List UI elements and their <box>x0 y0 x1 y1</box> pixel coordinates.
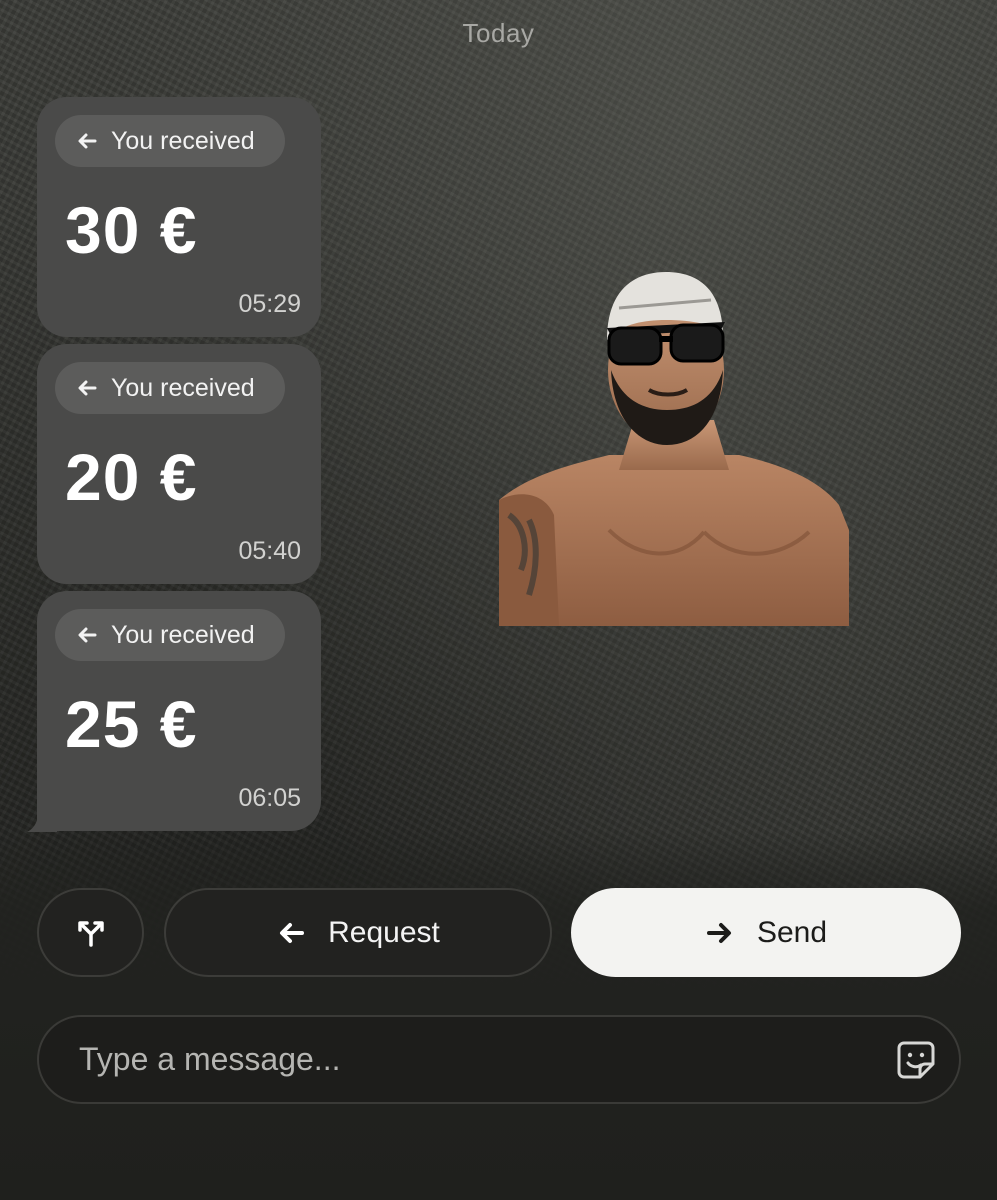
send-button[interactable]: Send <box>571 888 961 977</box>
message-composer <box>37 1015 961 1104</box>
bubble-tail <box>27 800 57 832</box>
arrow-left-icon <box>78 133 97 149</box>
message-timestamp: 05:40 <box>238 537 301 565</box>
arrow-left-icon <box>78 380 97 396</box>
received-label: You received <box>111 620 255 649</box>
payment-amount: 30 € <box>65 193 198 267</box>
arrow-right-icon <box>706 922 731 943</box>
person-photo-sticker[interactable] <box>499 270 849 626</box>
received-badge: You received <box>55 115 285 167</box>
arrow-left-icon <box>280 922 305 943</box>
received-badge: You received <box>55 362 285 414</box>
message-timestamp: 06:05 <box>238 784 301 812</box>
payment-message[interactable]: You received 20 € 05:40 <box>37 344 321 584</box>
request-button-label: Request <box>328 915 440 949</box>
received-badge: You received <box>55 609 285 661</box>
sticker-icon[interactable] <box>895 1039 937 1081</box>
message-input[interactable] <box>79 1017 859 1102</box>
payment-message[interactable]: You received 25 € 06:05 <box>37 591 321 831</box>
date-separator: Today <box>462 18 535 48</box>
payment-amount: 25 € <box>65 687 198 761</box>
received-label: You received <box>111 373 255 402</box>
split-arrows-icon <box>77 920 104 947</box>
payment-message[interactable]: You received 30 € 05:29 <box>37 97 321 337</box>
split-button[interactable] <box>37 888 144 977</box>
send-button-label: Send <box>756 915 828 949</box>
payment-amount: 20 € <box>65 440 198 514</box>
request-button[interactable]: Request <box>164 888 552 977</box>
message-timestamp: 05:29 <box>238 290 301 318</box>
received-label: You received <box>111 126 255 155</box>
arrow-left-icon <box>78 627 97 643</box>
